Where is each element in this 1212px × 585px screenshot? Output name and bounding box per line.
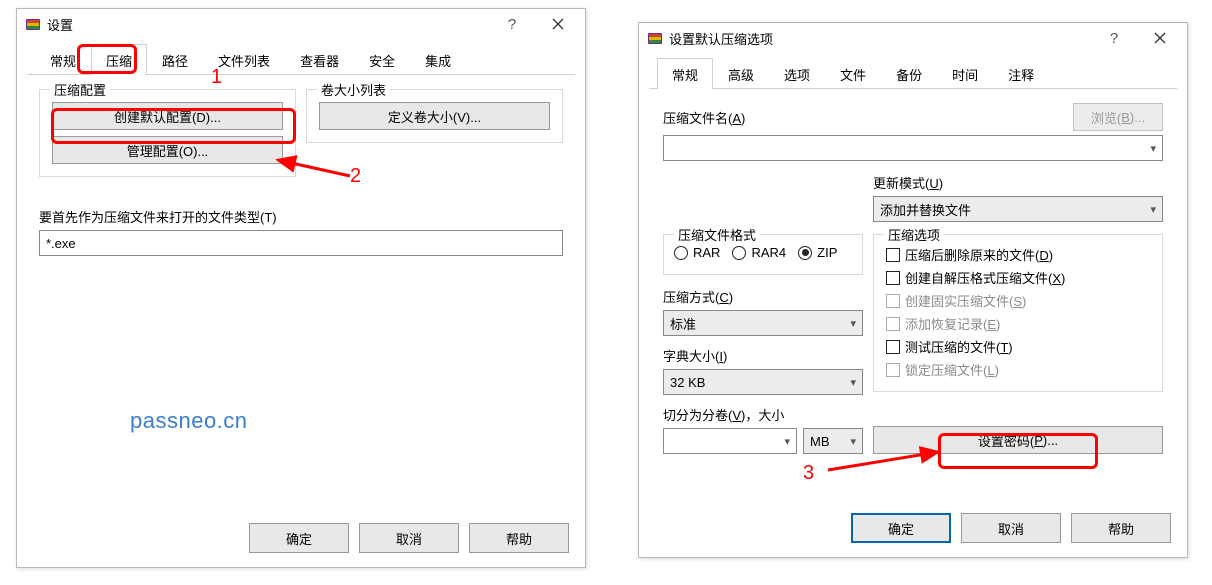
dict-label: 字典大小(I) [663, 346, 863, 365]
tab-options[interactable]: 选项 [769, 58, 825, 89]
tab-general[interactable]: 常规 [35, 44, 91, 75]
archive-name-combo[interactable]: ▾ [663, 135, 1163, 161]
group-legend: 卷大小列表 [317, 80, 390, 99]
group-legend: 压缩选项 [884, 225, 944, 244]
dict-combo[interactable]: 32 KB ▾ [663, 369, 863, 395]
radio-rar4[interactable]: RAR4 [732, 245, 786, 260]
titlebar: 设置 ? [17, 9, 585, 39]
settings-dialog: 设置 ? 常规 压缩 路径 文件列表 查看器 安全 集成 压缩配置 创建默认配置… [16, 8, 586, 568]
winrar-icon [25, 16, 41, 32]
dict-value: 32 KB [670, 375, 705, 390]
radio-rar[interactable]: RAR [674, 245, 720, 260]
help-button[interactable]: 帮助 [469, 523, 569, 553]
group-legend: 压缩配置 [50, 80, 110, 99]
archive-name-label: 压缩文件名(A) [663, 108, 745, 127]
tab-general[interactable]: 常规 [657, 58, 713, 89]
chevron-down-icon: ▾ [784, 435, 790, 448]
tab-advanced[interactable]: 高级 [713, 58, 769, 89]
group-volume: 卷大小列表 定义卷大小(V)... [306, 89, 563, 143]
group-options: 压缩选项 压缩后删除原来的文件(D) 创建自解压格式压缩文件(X) 创建固实压缩… [873, 234, 1163, 392]
create-default-profile-button[interactable]: 创建默认配置(D)... [52, 102, 283, 130]
chevron-down-icon: ▾ [1150, 203, 1156, 216]
tab-comment[interactable]: 注释 [993, 58, 1049, 89]
split-unit-combo[interactable]: MB ▾ [803, 428, 863, 454]
close-titlebar-button[interactable] [1137, 24, 1183, 52]
check-sfx[interactable]: 创建自解压格式压缩文件(X) [886, 268, 1150, 287]
tab-integration[interactable]: 集成 [410, 44, 466, 75]
dialog-title: 设置 [47, 15, 489, 34]
close-titlebar-button[interactable] [535, 10, 581, 38]
check-solid: 创建固实压缩文件(S) [886, 291, 1150, 310]
help-button[interactable]: 帮助 [1071, 513, 1171, 543]
chevron-down-icon: ▾ [1150, 142, 1156, 155]
cancel-button[interactable]: 取消 [359, 523, 459, 553]
chevron-down-icon: ▾ [850, 317, 856, 330]
check-test[interactable]: 测试压缩的文件(T) [886, 337, 1150, 356]
update-mode-value: 添加并替换文件 [880, 200, 971, 219]
dialog-title: 设置默认压缩选项 [669, 29, 1091, 48]
split-unit-value: MB [810, 434, 830, 449]
tab-backup[interactable]: 备份 [881, 58, 937, 89]
set-password-button[interactable]: 设置密码(P)... [873, 426, 1163, 454]
tab-compress[interactable]: 压缩 [91, 44, 147, 75]
method-label: 压缩方式(C) [663, 287, 863, 306]
group-legend: 压缩文件格式 [674, 225, 760, 244]
help-titlebar-button[interactable]: ? [1091, 24, 1137, 52]
method-value: 标准 [670, 314, 696, 333]
default-compress-options-dialog: 设置默认压缩选项 ? 常规 高级 选项 文件 备份 时间 注释 压缩文件名(A)… [638, 22, 1188, 558]
browse-button[interactable]: 浏览(B)... [1073, 103, 1163, 131]
update-mode-label: 更新模式(U) [873, 173, 1163, 192]
radio-zip[interactable]: ZIP [798, 245, 837, 260]
check-lock: 锁定压缩文件(L) [886, 360, 1150, 379]
tab-path[interactable]: 路径 [147, 44, 203, 75]
ok-button[interactable]: 确定 [851, 513, 951, 543]
split-label: 切分为分卷(V)，大小 [663, 405, 863, 424]
split-size-combo[interactable]: ▾ [663, 428, 797, 454]
titlebar: 设置默认压缩选项 ? [639, 23, 1187, 53]
help-titlebar-button[interactable]: ? [489, 10, 535, 38]
tab-files[interactable]: 文件 [825, 58, 881, 89]
update-mode-combo[interactable]: 添加并替换文件 ▾ [873, 196, 1163, 222]
define-volume-size-button[interactable]: 定义卷大小(V)... [319, 102, 550, 130]
check-recovery: 添加恢复记录(E) [886, 314, 1150, 333]
check-delete-after[interactable]: 压缩后删除原来的文件(D) [886, 245, 1150, 264]
open-as-archive-label: 要首先作为压缩文件来打开的文件类型(T) [39, 207, 563, 226]
tab-filelist[interactable]: 文件列表 [203, 44, 285, 75]
manage-profile-button[interactable]: 管理配置(O)... [52, 136, 283, 164]
method-combo[interactable]: 标准 ▾ [663, 310, 863, 336]
open-as-archive-input[interactable] [39, 230, 563, 256]
chevron-down-icon: ▾ [850, 435, 856, 448]
ok-button[interactable]: 确定 [249, 523, 349, 553]
tab-viewer[interactable]: 查看器 [285, 44, 354, 75]
tab-time[interactable]: 时间 [937, 58, 993, 89]
chevron-down-icon: ▾ [850, 376, 856, 389]
watermark: passneo.cn [130, 408, 248, 434]
tab-bar: 常规 压缩 路径 文件列表 查看器 安全 集成 [27, 47, 575, 75]
tab-security[interactable]: 安全 [354, 44, 410, 75]
winrar-icon [647, 30, 663, 46]
group-compress-profiles: 压缩配置 创建默认配置(D)... 管理配置(O)... [39, 89, 296, 177]
tab-bar: 常规 高级 选项 文件 备份 时间 注释 [649, 61, 1177, 89]
group-format: 压缩文件格式 RAR RAR4 ZIP [663, 234, 863, 275]
cancel-button[interactable]: 取消 [961, 513, 1061, 543]
